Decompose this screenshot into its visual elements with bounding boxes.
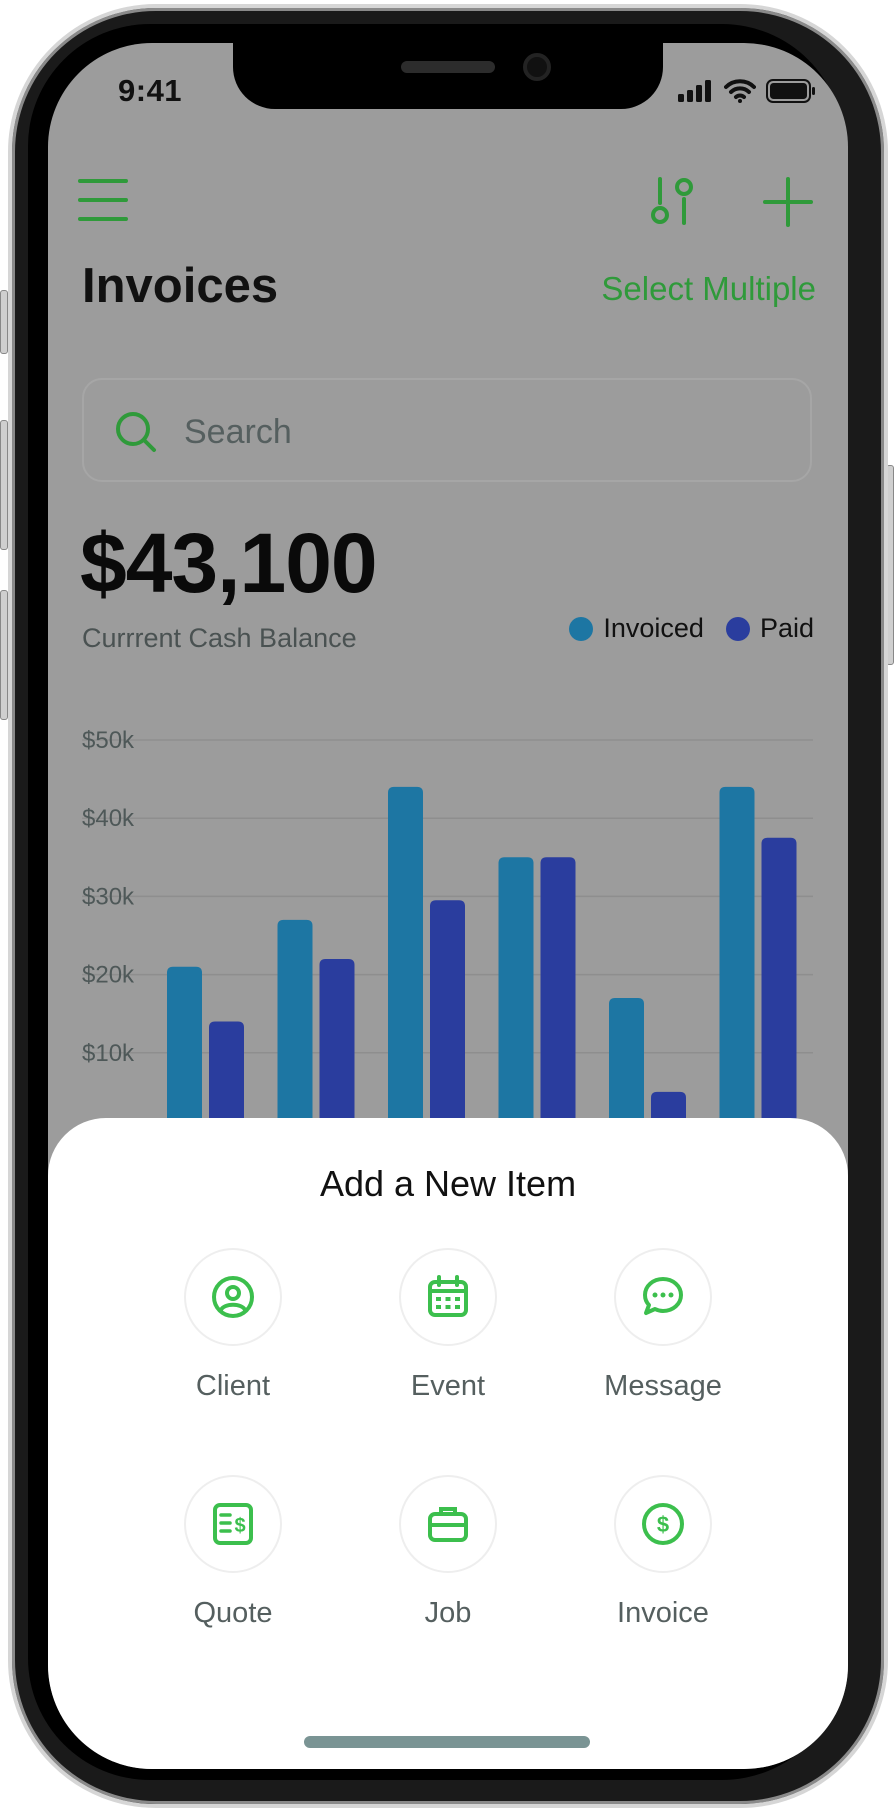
chat-bubble-icon xyxy=(643,1277,683,1315)
client-icon-circle xyxy=(184,1248,282,1346)
bar-invoiced xyxy=(609,998,644,1131)
bar-paid xyxy=(761,837,797,1131)
bar-invoiced xyxy=(277,919,313,1131)
client-label: Client xyxy=(195,1370,271,1402)
volume-up-button xyxy=(0,420,8,550)
y-tick-label: $50k xyxy=(82,727,135,754)
y-tick-label: $30k xyxy=(82,883,135,910)
sheet-title: Add a New Item xyxy=(319,1163,577,1204)
event-icon-circle xyxy=(399,1248,497,1346)
add-quote-button[interactable]: $ Quote xyxy=(133,1475,333,1630)
bar-invoiced xyxy=(719,786,755,1131)
screen: 9:41 Invoices Select Multiple Search $43… xyxy=(48,43,848,1769)
bar-paid xyxy=(209,1021,244,1131)
dollar-circle-icon: $ xyxy=(642,1503,684,1545)
user-circle-icon xyxy=(212,1276,254,1318)
invoice-bar-chart: $50k $40k $30k $20k $10k xyxy=(82,727,813,1131)
y-tick-label: $10k xyxy=(82,1040,135,1067)
bar-paid xyxy=(540,857,576,1131)
add-invoice-button[interactable]: $ Invoice xyxy=(563,1475,763,1630)
home-indicator[interactable] xyxy=(304,1736,590,1748)
quote-label: Quote xyxy=(193,1597,273,1629)
briefcase-icon xyxy=(428,1507,468,1542)
bar-paid xyxy=(430,900,465,1131)
bar-invoiced xyxy=(388,786,423,1131)
quote-icon-circle: $ xyxy=(184,1475,282,1573)
job-label: Job xyxy=(424,1597,472,1629)
job-icon-circle xyxy=(399,1475,497,1573)
y-tick-label: $20k xyxy=(82,962,135,989)
add-message-button[interactable]: Message xyxy=(563,1248,763,1403)
add-event-button[interactable]: Event xyxy=(348,1248,548,1403)
add-item-sheet: Add a New Item Client Event Message $ Qu… xyxy=(48,1118,848,1769)
bar-invoiced xyxy=(498,857,534,1131)
invoice-icon-circle: $ xyxy=(614,1475,712,1573)
volume-down-button xyxy=(0,590,8,720)
svg-text:$: $ xyxy=(234,1515,245,1537)
message-label: Message xyxy=(604,1370,722,1402)
bar-paid xyxy=(319,958,355,1131)
add-client-button[interactable]: Client xyxy=(133,1248,333,1403)
y-tick-label: $40k xyxy=(82,805,135,832)
svg-text:$: $ xyxy=(657,1512,669,1537)
message-icon-circle xyxy=(614,1248,712,1346)
add-job-button[interactable]: Job xyxy=(348,1475,548,1630)
silent-switch xyxy=(0,290,8,354)
event-label: Event xyxy=(410,1370,486,1402)
calendar-icon xyxy=(428,1275,468,1317)
bar-invoiced xyxy=(167,966,202,1131)
invoice-label: Invoice xyxy=(617,1597,709,1629)
quote-document-icon: $ xyxy=(213,1503,253,1545)
